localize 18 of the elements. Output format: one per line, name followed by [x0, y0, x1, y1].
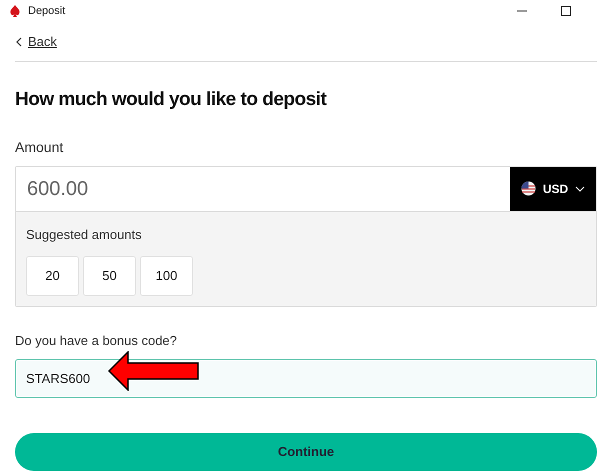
spade-logo-icon — [8, 4, 22, 18]
amount-option[interactable]: 100 — [140, 256, 193, 296]
chevron-left-icon — [15, 37, 22, 47]
amount-field[interactable]: 600.00 USD — [16, 166, 596, 212]
chevron-down-icon — [575, 186, 586, 192]
maximize-icon[interactable] — [560, 5, 572, 17]
flag-icon — [520, 181, 536, 196]
window-title: Deposit — [28, 4, 66, 19]
back-link[interactable]: Back — [28, 32, 57, 52]
amount-option[interactable]: 20 — [26, 256, 79, 296]
amount-option[interactable]: 50 — [83, 256, 136, 296]
heading: How much would you like to deposit — [15, 88, 328, 112]
currency-dropdown[interactable]: USD — [510, 166, 596, 210]
bonus-code-field[interactable]: STARS600 — [15, 358, 597, 398]
amount-label: Amount — [15, 138, 64, 156]
continue-button[interactable]: Continue — [15, 432, 597, 470]
bonus-label: Do you have a bonus code? — [15, 332, 178, 350]
suggested-label: Suggested amounts — [26, 226, 143, 244]
